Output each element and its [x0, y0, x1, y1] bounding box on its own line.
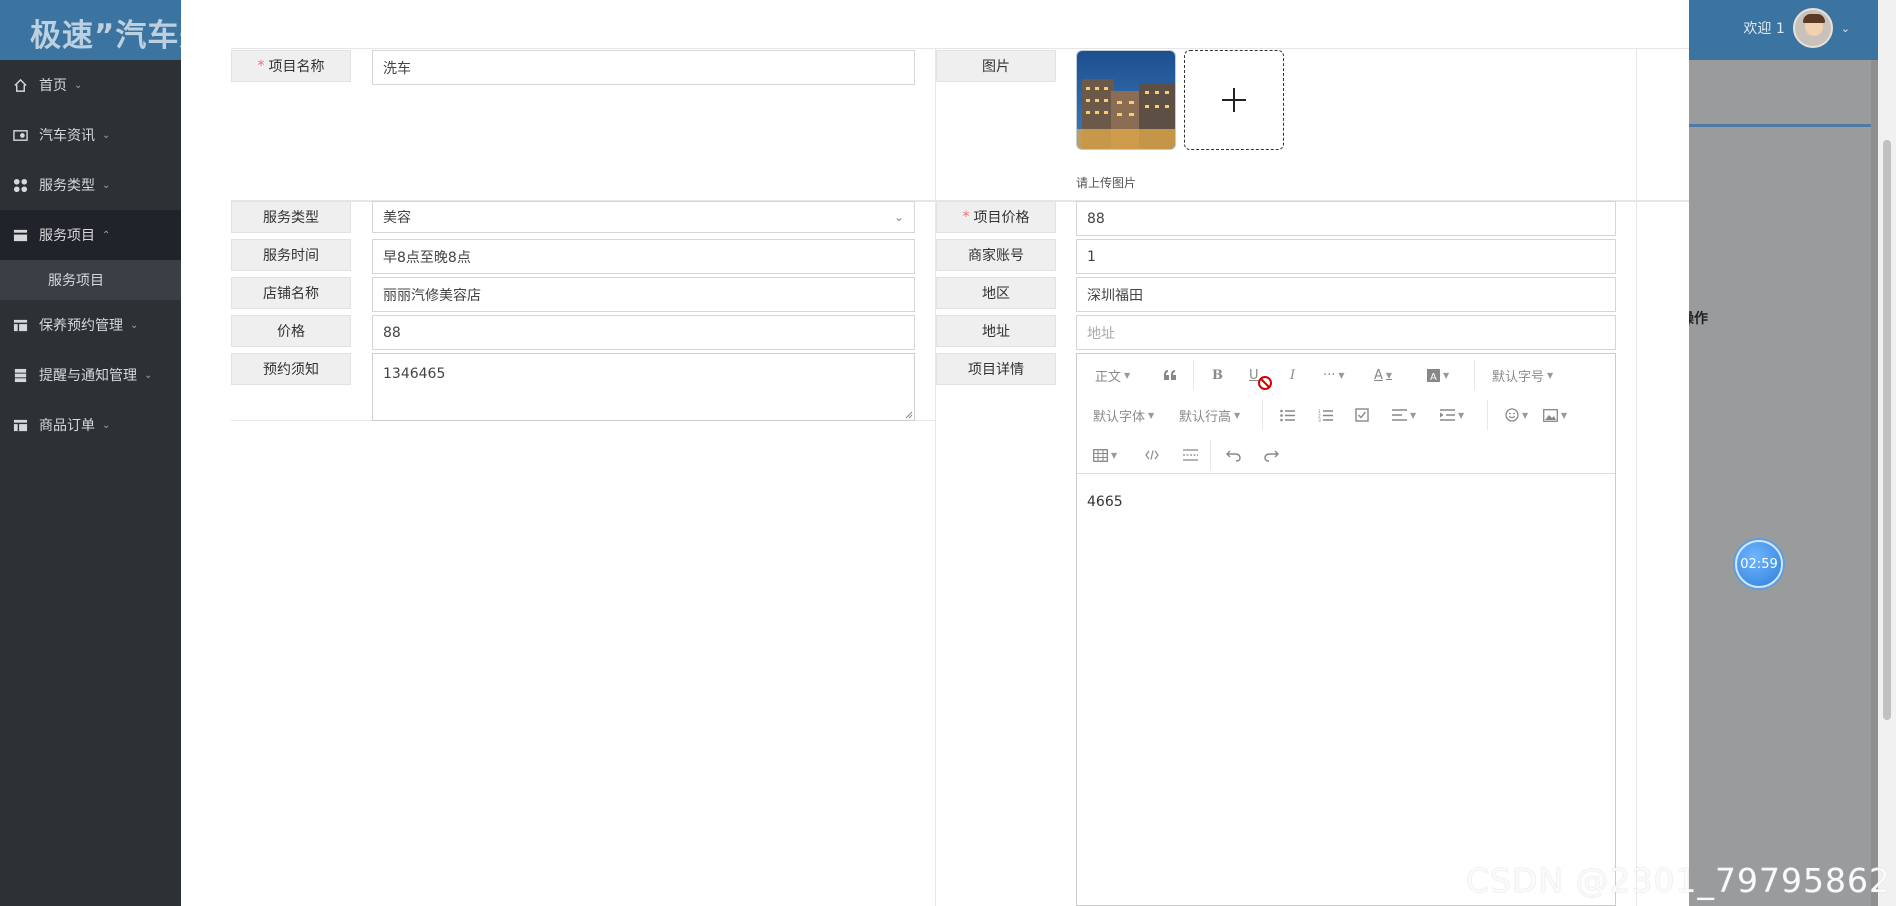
label-address: 地址 — [936, 315, 1056, 347]
not-allowed-icon — [1257, 372, 1273, 394]
price-input[interactable]: 88 — [372, 315, 915, 350]
rich-text-editor[interactable]: 正文 ▼ B U I ··· ▼ A ▼ A ▼ 默认字号 ▼ 默认字体 ▼ 默认行高 ▼ 1… — [1076, 353, 1616, 906]
sidebar-item-service-type[interactable]: 服务类型 ⌄ — [0, 160, 181, 210]
svg-text:A: A — [1430, 372, 1437, 382]
chevron-down-icon: ⌄ — [102, 419, 111, 431]
table-insert-icon[interactable]: ▼ — [1093, 444, 1117, 466]
sidebar-item-news[interactable]: 汽车资讯 ⌄ — [0, 110, 181, 160]
scrollbar-thumb[interactable] — [1883, 140, 1891, 720]
paragraph-format-dropdown[interactable]: 正文 ▼ — [1095, 364, 1130, 386]
label-project-detail: 项目详情 — [936, 353, 1056, 385]
service-time-input[interactable]: 早8点至晚8点 — [372, 239, 915, 274]
project-price-input[interactable]: 88 — [1076, 201, 1616, 236]
more-formats-dropdown[interactable]: ··· ▼ — [1323, 364, 1345, 386]
project-name-input[interactable]: 洗车 — [372, 50, 915, 85]
align-dropdown[interactable]: ▼ — [1392, 404, 1416, 426]
sidebar-item-maintenance-booking[interactable]: 保养预约管理 ⌄ — [0, 300, 181, 350]
font-color-icon[interactable]: A ▼ — [1374, 364, 1392, 386]
indent-dropdown[interactable]: ▼ — [1440, 404, 1464, 426]
label-store-name: 店铺名称 — [231, 277, 351, 309]
chevron-down-icon: ⌄ — [74, 79, 83, 91]
page-scrollbar[interactable] — [1878, 0, 1896, 906]
divider-line-icon[interactable] — [1183, 444, 1198, 466]
background-color-icon[interactable]: A ▼ — [1427, 364, 1449, 386]
background-tab-line — [1681, 124, 1871, 127]
blockquote-icon[interactable] — [1163, 364, 1177, 386]
bullet-list-icon[interactable] — [1280, 404, 1295, 426]
undo-icon[interactable] — [1226, 444, 1241, 466]
table-icon — [12, 317, 28, 333]
editor-toolbar: 正文 ▼ B U I ··· ▼ A ▼ A ▼ 默认字号 ▼ 默认字体 ▼ 默认行高 ▼ 1… — [1077, 354, 1615, 474]
ordered-list-icon[interactable]: 123 — [1318, 404, 1333, 426]
label-project-price: * 项目价格 — [936, 201, 1056, 233]
watermark: CSDN @2301_79795862 — [1465, 861, 1891, 900]
bold-icon[interactable]: B — [1212, 364, 1223, 386]
editor-content[interactable]: 4665 — [1087, 494, 1123, 510]
uploaded-image-thumbnail[interactable] — [1076, 50, 1176, 150]
background-panel — [1681, 60, 1871, 906]
apps-icon — [12, 177, 28, 193]
resize-handle-icon[interactable] — [905, 411, 913, 419]
store-name-input[interactable]: 丽丽汽修美容店 — [372, 277, 915, 312]
italic-icon[interactable]: I — [1290, 364, 1295, 386]
sidebar-subitem-service-project[interactable]: 服务项目 — [0, 260, 181, 300]
user-menu[interactable]: 欢迎 1 ⌄ — [1743, 8, 1850, 48]
font-family-dropdown[interactable]: 默认字体 ▼ — [1093, 404, 1154, 426]
emoji-icon[interactable]: ▼ — [1505, 404, 1528, 426]
chevron-up-icon: ⌃ — [102, 229, 111, 241]
chevron-down-icon: ⌄ — [102, 129, 111, 141]
countdown-timer[interactable]: 02:59 — [1735, 540, 1783, 588]
line-height-dropdown[interactable]: 默认行高 ▼ — [1179, 404, 1240, 426]
news-icon — [12, 127, 28, 143]
divider — [935, 48, 936, 906]
upload-hint: 请上传图片 — [1076, 176, 1137, 190]
label-region: 地区 — [936, 277, 1056, 309]
region-input[interactable]: 深圳福田 — [1076, 277, 1616, 312]
edit-dialog: * 项目名称 洗车 图片 请上传图片 服务类型 美容 ⌄ * 项目价格 88 服… — [181, 0, 1689, 906]
sidebar-item-home[interactable]: 首页 ⌄ — [0, 60, 181, 110]
redo-icon[interactable] — [1264, 444, 1279, 466]
divider — [231, 48, 1689, 49]
sidebar: 首页 ⌄ 汽车资讯 ⌄ 服务类型 ⌄ 服务项目 ⌃ 服务项目 保养预约管理 ⌄ 提醒与通知… — [0, 60, 181, 906]
chevron-down-icon: ⌄ — [102, 179, 111, 191]
sidebar-item-notifications[interactable]: 提醒与通知管理 ⌄ — [0, 350, 181, 400]
sidebar-item-orders[interactable]: 商品订单 ⌄ — [0, 400, 181, 450]
svg-text:3: 3 — [1318, 418, 1321, 422]
chevron-down-icon: ⌄ — [893, 210, 904, 224]
label-service-type: 服务类型 — [231, 201, 351, 233]
divider — [1636, 48, 1637, 906]
label-price: 价格 — [231, 315, 351, 347]
card-icon — [12, 227, 28, 243]
font-size-dropdown[interactable]: 默认字号 ▼ — [1492, 364, 1553, 386]
code-icon[interactable] — [1145, 444, 1159, 466]
server-icon — [12, 367, 28, 383]
welcome-text: 欢迎 1 — [1743, 21, 1785, 37]
insert-image-icon[interactable]: ▼ — [1543, 404, 1567, 426]
chevron-down-icon: ⌄ — [130, 319, 139, 331]
table-icon — [12, 417, 28, 433]
home-icon — [12, 77, 28, 93]
todo-checkbox-icon[interactable] — [1355, 404, 1369, 426]
service-type-select[interactable]: 美容 ⌄ — [372, 201, 915, 233]
label-image: 图片 — [936, 50, 1056, 82]
plus-icon — [1222, 88, 1246, 112]
address-input[interactable]: 地址 — [1076, 315, 1616, 350]
image-upload-button[interactable] — [1184, 50, 1284, 150]
booking-notice-textarea[interactable]: 1346465 — [372, 353, 915, 421]
label-project-name: * 项目名称 — [231, 50, 351, 82]
user-avatar[interactable] — [1792, 8, 1833, 48]
merchant-account-input[interactable]: 1 — [1076, 239, 1616, 274]
label-merchant-account: 商家账号 — [936, 239, 1056, 271]
chevron-down-icon: ⌄ — [144, 369, 153, 381]
chevron-down-icon[interactable]: ⌄ — [1841, 22, 1850, 35]
sidebar-item-service-project[interactable]: 服务项目 ⌃ — [0, 210, 181, 260]
label-service-time: 服务时间 — [231, 239, 351, 271]
label-booking-notice: 预约须知 — [231, 353, 351, 385]
